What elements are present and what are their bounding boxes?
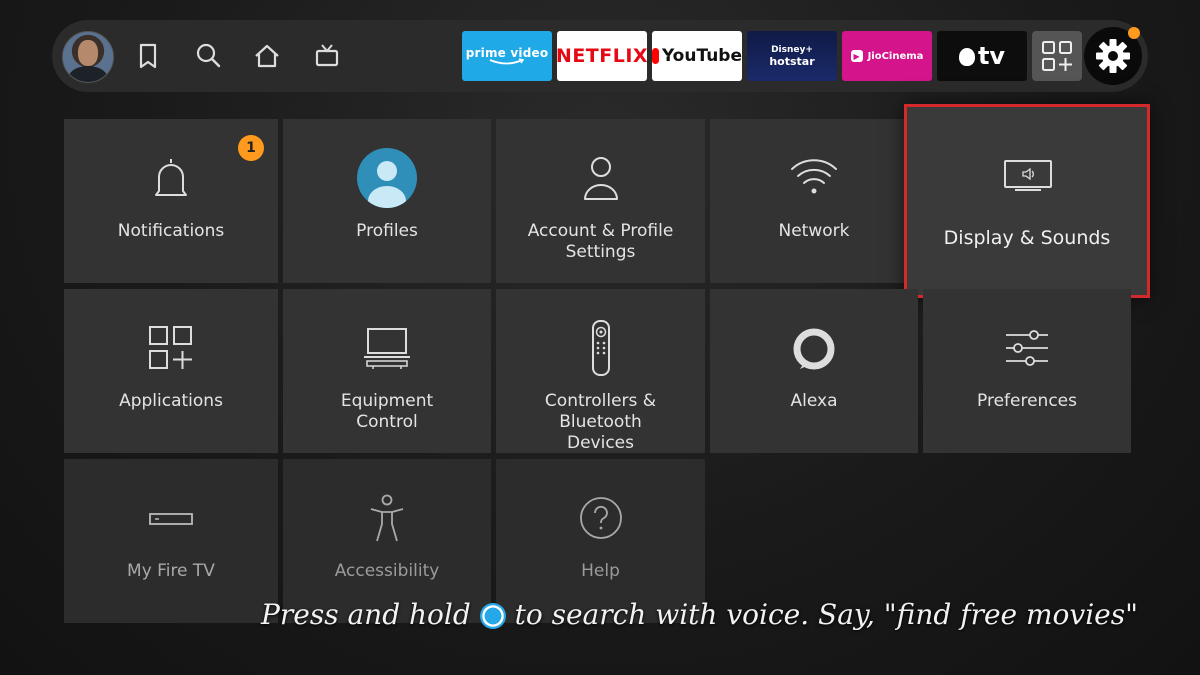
tile-label-line1: Equipment [340,391,434,411]
youtube-label: YouTube [661,46,742,66]
sliders-icon [1006,330,1048,366]
remote-icon [591,320,610,376]
jiocinema-label: JioCinema [867,50,924,62]
person-icon [583,157,618,200]
bookmark-icon[interactable] [132,40,164,72]
tile-label-line1: Account & Profile [527,221,674,241]
accessibility-icon [370,494,404,542]
jiocinema-app[interactable]: ▶ JioCinema [842,31,932,81]
netflix-label: NETFLIX [557,45,647,67]
settings-notification-dot [1128,27,1140,39]
tile-alexa[interactable]: Alexa [710,289,918,453]
tile-display-sounds[interactable]: Display & Sounds [904,104,1150,298]
hotstar-app[interactable]: Disney+ hotstar [747,31,837,81]
apple-tv-app[interactable]: tv [937,31,1027,81]
tile-label-line2: Settings [565,242,636,262]
hint-text-end: to search with voice. Say, "find free mo… [505,598,1138,631]
tile-label: Alexa [790,391,838,411]
fire-tv-device-icon [149,513,193,525]
tile-label: Accessibility [334,561,440,581]
prime-video-app[interactable]: prime video [462,31,552,81]
tile-equipment-control[interactable]: Equipment Control [283,289,491,453]
help-icon [579,497,622,539]
wifi-icon [791,159,837,194]
tile-label: Network [778,221,850,241]
avatar-body [69,66,107,82]
apps-grid-icon [1042,41,1072,71]
tile-label: Applications [119,391,223,411]
tile-label: Help [581,561,620,581]
tile-label: Preferences [977,391,1077,411]
youtube-play-icon [652,48,668,64]
tile-label-line2: Control [356,412,418,432]
tile-account-profile-settings[interactable]: Account & Profile Settings [496,119,705,283]
tile-label: Notifications [117,221,225,241]
avatar-face [78,40,98,66]
voice-search-hint: Press and hold to search with voice. Say… [0,598,1138,631]
tile-label: My Fire TV [127,561,215,581]
alexa-icon [793,328,835,370]
alexa-button-icon [479,603,506,629]
display-speaker-icon [1004,160,1052,191]
youtube-app[interactable]: YouTube [652,31,742,81]
all-apps-button[interactable] [1032,31,1082,81]
tile-label-line1: Controllers & Bluetooth [544,391,657,432]
apple-logo-icon [958,48,975,66]
prime-smile-icon [489,58,525,65]
profile-avatar[interactable] [62,31,114,83]
tile-label: Display & Sounds [943,227,1111,249]
notification-count-badge: 1 [238,135,264,161]
bell-icon [155,159,187,196]
tile-profiles[interactable]: Profiles [283,119,491,283]
hotstar-label-bottom: hotstar [769,54,815,68]
tv-equipment-icon [364,328,410,369]
home-icon[interactable] [251,40,283,72]
search-icon[interactable] [192,40,224,72]
tile-label-line2: Devices [567,433,634,453]
profile-icon [357,148,417,208]
netflix-app[interactable]: NETFLIX [557,31,647,81]
tile-controllers-bluetooth[interactable]: Controllers & Bluetooth Devices [496,289,705,453]
tile-label: Profiles [356,221,418,241]
apple-tv-label: tv [977,42,1006,70]
hint-text-start: Press and hold [261,598,480,631]
tile-applications[interactable]: Applications [64,289,278,453]
live-tv-icon[interactable] [311,40,343,72]
jiocinema-logo-icon: ▶ [850,50,863,62]
apps-icon [149,326,192,369]
tile-network[interactable]: Network [710,119,918,283]
tile-preferences[interactable]: Preferences [923,289,1131,453]
hotstar-label-top: Disney+ [771,44,813,55]
